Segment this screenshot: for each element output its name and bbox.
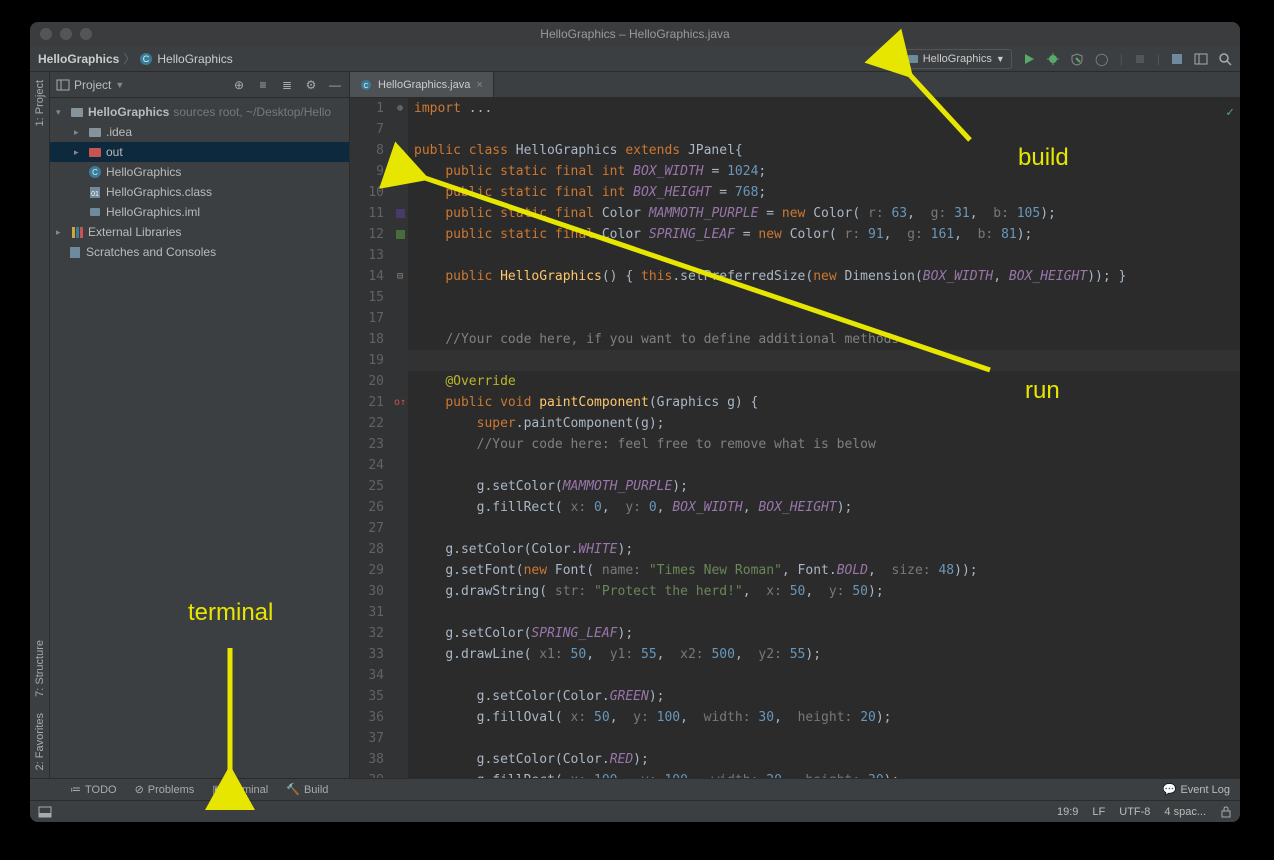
- module-icon: [907, 53, 919, 65]
- window-title: HelloGraphics – HelloGraphics.java: [540, 27, 729, 41]
- run-config-label: HelloGraphics: [923, 53, 992, 65]
- expand-icon[interactable]: ≡: [255, 77, 271, 93]
- target-icon[interactable]: ⊕: [231, 77, 247, 93]
- tree-item[interactable]: C HelloGraphics: [50, 162, 349, 182]
- breadcrumb[interactable]: HelloGraphics 〉 C HelloGraphics: [38, 50, 233, 67]
- navbar: HelloGraphics 〉 C HelloGraphics HelloGra…: [30, 46, 1240, 72]
- project-view-icon: [56, 78, 70, 92]
- code-editor[interactable]: 1789101112131415171819202122232425262728…: [350, 98, 1240, 778]
- editor-tabs: C HelloGraphics.java ×: [350, 72, 1240, 98]
- indent[interactable]: 4 spac...: [1164, 806, 1206, 818]
- line-separator[interactable]: LF: [1092, 806, 1105, 818]
- breadcrumb-project[interactable]: HelloGraphics: [38, 52, 119, 66]
- bytecode-icon: 01: [88, 185, 102, 199]
- sidebar-title[interactable]: Project: [74, 78, 111, 92]
- project-tree[interactable]: ▾ HelloGraphics sources root, ~/Desktop/…: [50, 98, 349, 778]
- tree-item-label: out: [106, 145, 123, 159]
- toolwindow-icon[interactable]: [38, 805, 52, 819]
- bottom-toolbar: ≔TODO ⊘Problems ▣Terminal 🔨Build 💬Event …: [30, 778, 1240, 800]
- chevron-down-icon[interactable]: ▼: [115, 80, 124, 90]
- build-hammer-icon[interactable]: [874, 51, 890, 67]
- stop-icon[interactable]: [1133, 52, 1147, 66]
- library-icon: [70, 225, 84, 239]
- class-icon: C: [360, 79, 372, 91]
- debug-icon[interactable]: [1046, 52, 1060, 66]
- layout-icon[interactable]: [1194, 52, 1208, 66]
- tree-external[interactable]: ▸ External Libraries: [50, 222, 349, 242]
- tree-item-label: External Libraries: [88, 225, 181, 239]
- analysis-ok-icon[interactable]: ✓: [1226, 102, 1234, 123]
- module-icon: [88, 205, 102, 219]
- code-content[interactable]: import ... public class HelloGraphics ex…: [408, 98, 1240, 778]
- chevron-down-icon: ▼: [996, 54, 1005, 64]
- left-tool-gutter: 1: Project 7: Structure 2: Favorites: [30, 72, 50, 778]
- tree-root-label: HelloGraphics: [88, 105, 169, 119]
- favorites-tool-button[interactable]: 2: Favorites: [34, 705, 46, 778]
- tree-item[interactable]: ▸ .idea: [50, 122, 349, 142]
- tree-item[interactable]: 01 HelloGraphics.class: [50, 182, 349, 202]
- minimize-icon[interactable]: [60, 28, 72, 40]
- search-icon[interactable]: [1218, 52, 1232, 66]
- todo-tool-button[interactable]: ≔TODO: [70, 783, 117, 796]
- status-bar: 19:9 LF UTF-8 4 spac...: [30, 800, 1240, 822]
- project-tool-button[interactable]: 1: Project: [34, 72, 46, 134]
- breadcrumb-file[interactable]: HelloGraphics: [157, 52, 232, 66]
- close-icon[interactable]: ×: [476, 79, 482, 91]
- tree-item[interactable]: HelloGraphics.iml: [50, 202, 349, 222]
- gutter-marks[interactable]: ⊕⊟o↑: [392, 98, 408, 778]
- structure-tool-button[interactable]: 7: Structure: [34, 632, 46, 705]
- folder-icon: [70, 105, 84, 119]
- lock-icon[interactable]: [1220, 806, 1232, 818]
- cursor-position[interactable]: 19:9: [1057, 806, 1078, 818]
- hide-icon[interactable]: —: [327, 77, 343, 93]
- event-log-button[interactable]: 💬Event Log: [1163, 783, 1240, 796]
- class-icon: C: [88, 165, 102, 179]
- folder-icon: [88, 145, 102, 159]
- tree-item-label: Scratches and Consoles: [86, 245, 216, 259]
- scratch-icon: [68, 245, 82, 259]
- ide-window: HelloGraphics – HelloGraphics.java Hello…: [30, 22, 1240, 822]
- editor-tab[interactable]: C HelloGraphics.java ×: [350, 72, 494, 97]
- tree-root-hint: sources root, ~/Desktop/Hello: [173, 105, 331, 119]
- run-icon[interactable]: [1022, 52, 1036, 66]
- problems-tool-button[interactable]: ⊘Problems: [135, 783, 195, 796]
- gear-icon[interactable]: ⚙: [303, 77, 319, 93]
- encoding[interactable]: UTF-8: [1119, 806, 1150, 818]
- project-sidebar: Project ▼ ⊕ ≡ ≣ ⚙ — ▾ HelloGraphics sour…: [50, 72, 350, 778]
- tab-label: HelloGraphics.java: [378, 79, 470, 91]
- folder-icon: [88, 125, 102, 139]
- zoom-icon[interactable]: [80, 28, 92, 40]
- tree-item-label: HelloGraphics: [106, 165, 181, 179]
- titlebar: HelloGraphics – HelloGraphics.java: [30, 22, 1240, 46]
- build-tool-button[interactable]: 🔨Build: [286, 783, 328, 796]
- terminal-tool-button[interactable]: ▣Terminal: [212, 783, 268, 796]
- tree-scratches[interactable]: Scratches and Consoles: [50, 242, 349, 262]
- profiler-icon[interactable]: ◯: [1094, 51, 1110, 67]
- svg-text:C: C: [363, 83, 368, 90]
- svg-text:01: 01: [91, 191, 99, 198]
- svg-text:C: C: [92, 168, 98, 177]
- coverage-icon[interactable]: [1070, 52, 1084, 66]
- tree-item-label: .idea: [106, 125, 132, 139]
- line-numbers: 1789101112131415171819202122232425262728…: [350, 98, 392, 778]
- tree-item[interactable]: ▸ out: [50, 142, 349, 162]
- collapse-icon[interactable]: ≣: [279, 77, 295, 93]
- git-icon[interactable]: [1170, 52, 1184, 66]
- run-config-selector[interactable]: HelloGraphics ▼: [900, 49, 1012, 69]
- svg-text:C: C: [143, 54, 150, 64]
- tree-item-label: HelloGraphics.class: [106, 185, 212, 199]
- close-icon[interactable]: [40, 28, 52, 40]
- tree-root[interactable]: ▾ HelloGraphics sources root, ~/Desktop/…: [50, 102, 349, 122]
- class-icon: C: [139, 52, 153, 66]
- editor-area: C HelloGraphics.java × 17891011121314151…: [350, 72, 1240, 778]
- tree-item-label: HelloGraphics.iml: [106, 205, 200, 219]
